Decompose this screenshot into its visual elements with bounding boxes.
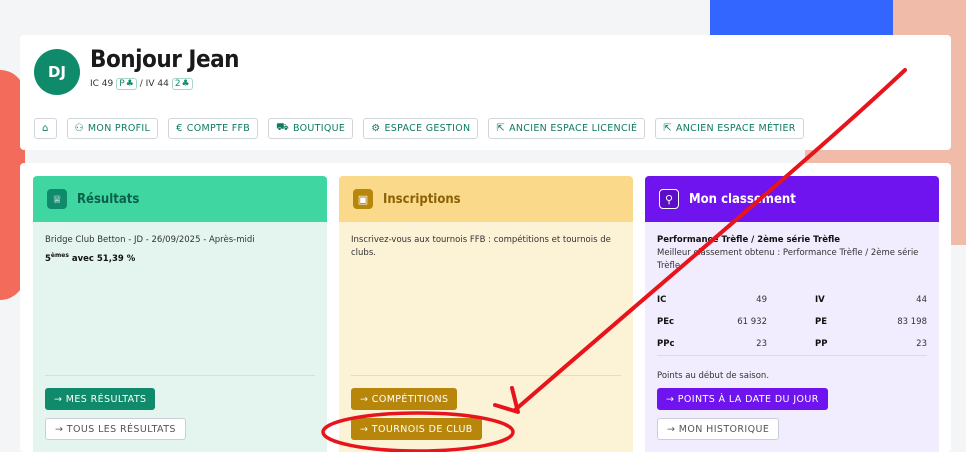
stats-row: IC 49 IV 44 bbox=[657, 295, 927, 305]
nav-home-button[interactable]: ⌂ bbox=[34, 118, 57, 139]
iv-text: / IV 44 bbox=[139, 79, 169, 89]
results-rank: 5èmes avec 51,39 % bbox=[45, 252, 136, 264]
registrations-text: Inscrivez-vous aux tournois FFB : compét… bbox=[351, 235, 611, 258]
external-link-icon: ⇱ bbox=[496, 123, 506, 134]
nav-management-button[interactable]: ⚙ ESPACE GESTION bbox=[363, 118, 479, 139]
registrations-header: ▣ Inscriptions bbox=[339, 176, 633, 222]
page-title: Bonjour Jean bbox=[90, 45, 240, 73]
club-tournaments-button[interactable]: → TOURNOIS DE CLUB bbox=[351, 418, 482, 440]
medal-icon: ⚲ bbox=[659, 189, 679, 209]
stats-row: PEc 61 932 PE 83 198 bbox=[657, 317, 927, 327]
avatar: DJ bbox=[34, 49, 80, 95]
performance-title: Performance Trèfle / 2ème série Trèfle bbox=[657, 235, 841, 245]
results-header: ♕ Résultats bbox=[33, 176, 327, 222]
main-nav: ⌂ ⚇ MON PROFIL € COMPTE FFB ⛟ BOUTIQUE ⚙ ESP… bbox=[34, 118, 804, 139]
ranking-header: ⚲ Mon classement bbox=[645, 176, 939, 222]
divider bbox=[657, 355, 927, 356]
home-icon: ⌂ bbox=[42, 123, 49, 134]
registrations-panel: ▣ Inscriptions Inscrivez-vous aux tourno… bbox=[339, 176, 633, 452]
ranking-title: Mon classement bbox=[689, 191, 796, 207]
results-event: Bridge Club Betton - JD - 26/09/2025 - A… bbox=[45, 235, 255, 245]
calendar-icon: ▣ bbox=[353, 189, 373, 209]
users-icon: ⚇ bbox=[74, 123, 84, 134]
nav-old-licensee-button[interactable]: ⇱ ANCIEN ESPACE LICENCIÉ bbox=[488, 118, 646, 139]
results-panel: ♕ Résultats Bridge Club Betton - JD - 26… bbox=[33, 176, 327, 452]
all-results-button[interactable]: → TOUS LES RÉSULTATS bbox=[45, 418, 186, 440]
club-icon: ♣ bbox=[125, 79, 134, 89]
welcome-header: DJ Bonjour Jean IC 49 P ♣ / IV 44 2 ♣ ⌂ ⚇ M… bbox=[20, 35, 951, 150]
trophy-icon: ♕ bbox=[47, 189, 67, 209]
nav-old-business-button[interactable]: ⇱ ANCIEN ESPACE MÉTIER bbox=[655, 118, 804, 139]
nav-account-button[interactable]: € COMPTE FFB bbox=[168, 118, 259, 139]
my-results-button[interactable]: → MES RÉSULTATS bbox=[45, 388, 156, 410]
iv-badge: 2 ♣ bbox=[171, 78, 193, 90]
stats-row: PPc 23 PP 23 bbox=[657, 339, 927, 349]
euro-icon: € bbox=[176, 123, 183, 134]
points-today-button[interactable]: → POINTS À LA DATE DU JOUR bbox=[657, 388, 828, 410]
club-icon: ♣ bbox=[181, 79, 190, 89]
divider bbox=[351, 375, 621, 376]
ic-text: IC 49 bbox=[90, 79, 114, 89]
external-link-icon: ⇱ bbox=[663, 123, 672, 134]
competitions-button[interactable]: → COMPÉTITIONS bbox=[351, 388, 458, 410]
registrations-title: Inscriptions bbox=[383, 191, 461, 207]
ic-badge: P ♣ bbox=[116, 78, 137, 90]
nav-profile-button[interactable]: ⚇ MON PROFIL bbox=[66, 118, 159, 139]
my-history-button[interactable]: → MON HISTORIQUE bbox=[657, 418, 780, 440]
results-title: Résultats bbox=[77, 191, 140, 207]
nav-shop-button[interactable]: ⛟ BOUTIQUE bbox=[268, 118, 354, 139]
cart-icon: ⛟ bbox=[276, 122, 289, 133]
ranking-panel: ⚲ Mon classement Performance Trèfle / 2è… bbox=[645, 176, 939, 452]
season-text: Points au début de saison. bbox=[657, 371, 770, 381]
rating-summary: IC 49 P ♣ / IV 44 2 ♣ bbox=[90, 78, 193, 90]
divider bbox=[45, 375, 315, 376]
stats-table: IC 49 IV 44 PEc 61 932 PE 83 198 PPc 23 PP 23 bbox=[657, 289, 927, 355]
gear-icon: ⚙ bbox=[371, 123, 381, 134]
performance-subtitle: Meilleur classement obtenu : Performance… bbox=[657, 248, 919, 271]
dashboard-panels: ♕ Résultats Bridge Club Betton - JD - 26… bbox=[20, 163, 951, 452]
